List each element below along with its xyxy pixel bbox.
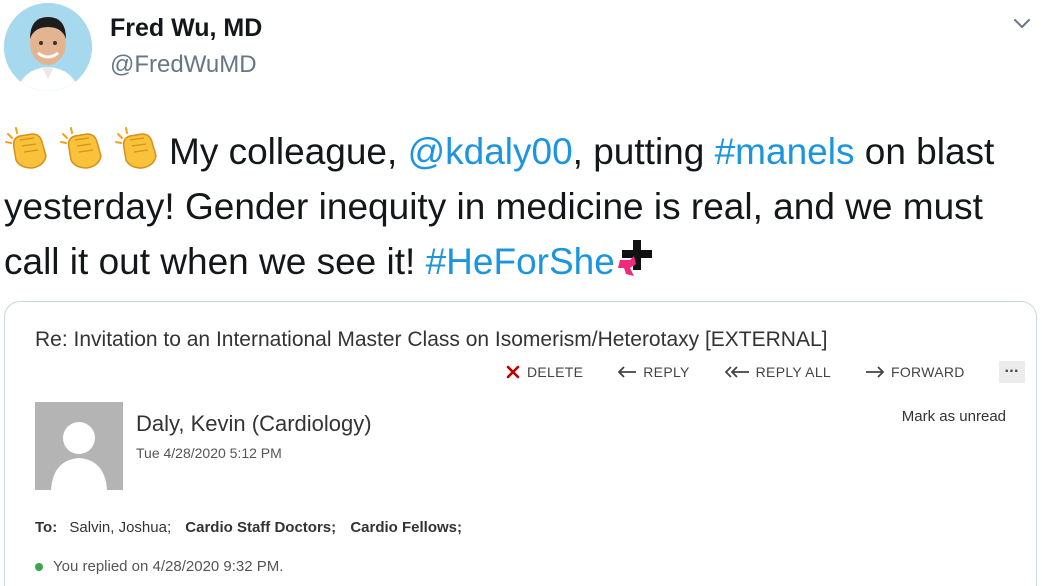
author-name[interactable]: Fred Wu, MD <box>110 14 262 43</box>
hashtag-link-manels[interactable]: #manels <box>715 131 855 172</box>
clapping-hands-icon <box>4 126 59 170</box>
delete-label: DELETE <box>527 364 584 380</box>
reply-all-label: REPLY ALL <box>755 364 831 380</box>
status-dot-icon <box>35 562 43 571</box>
tweet-text-part1: My colleague, <box>169 131 408 172</box>
recipient: Cardio Fellows; <box>350 519 462 536</box>
arrow-right-icon <box>866 366 885 378</box>
recipient: Cardio Staff Doctors; <box>185 519 337 536</box>
author-avatar[interactable] <box>4 3 92 91</box>
double-arrow-left-icon <box>724 366 749 378</box>
reply-button[interactable]: REPLY <box>617 364 689 380</box>
email-subject: Re: Invitation to an International Maste… <box>35 328 828 351</box>
mention-link[interactable]: @kdaly00 <box>408 131 573 172</box>
more-options-button[interactable]: ... <box>998 360 1025 383</box>
mark-as-unread-link[interactable]: Mark as unread <box>902 408 1006 425</box>
delete-button[interactable]: DELETE <box>505 364 583 380</box>
recipient: Salvin, Joshua; <box>69 519 172 536</box>
email-toolbar: DELETE REPLY REPLY ALL FORWARD ... <box>505 360 1025 384</box>
sent-date: Tue 4/28/2020 5:12 PM <box>136 445 282 461</box>
forward-button[interactable]: FORWARD <box>865 364 965 380</box>
recipients-row: To: Salvin, Joshua; Cardio Staff Doctors… <box>35 519 472 536</box>
clapping-hands-icon <box>59 126 114 170</box>
clapping-hands-icon <box>114 126 169 170</box>
to-label: To: <box>35 519 58 536</box>
arrow-left-icon <box>617 366 637 378</box>
sender-avatar <box>35 402 123 490</box>
hashtag-link-heforshe[interactable]: #HeForShe <box>426 241 615 282</box>
reply-label: REPLY <box>643 364 690 380</box>
email-screenshot-card[interactable]: Re: Invitation to an International Maste… <box>4 301 1037 586</box>
x-icon <box>506 365 520 379</box>
sender-name: Daly, Kevin (Cardiology) <box>136 411 372 436</box>
reply-all-button[interactable]: REPLY ALL <box>724 364 831 380</box>
author-handle[interactable]: @FredWuMD <box>110 51 257 79</box>
forward-label: FORWARD <box>891 364 965 380</box>
replied-text: You replied on 4/28/2020 9:32 PM. <box>53 558 284 575</box>
chevron-down-icon[interactable] <box>1010 12 1034 36</box>
replied-status: You replied on 4/28/2020 9:32 PM. <box>35 558 283 575</box>
heforshe-logo-icon <box>616 238 656 278</box>
tweet-text-part2: , putting <box>572 131 715 172</box>
tweet-text: My colleague, @kdaly00, putting #manels … <box>4 124 1034 289</box>
